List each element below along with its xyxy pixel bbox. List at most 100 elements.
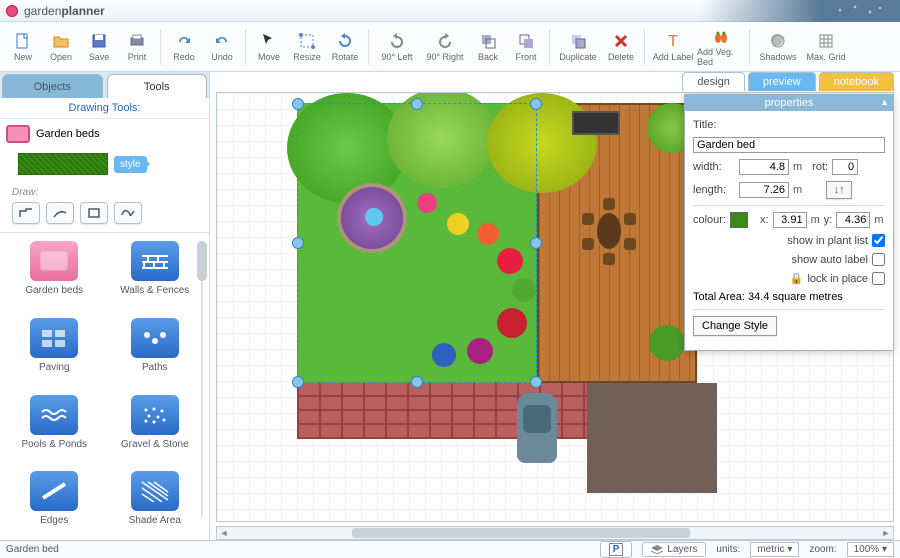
scroll-left-icon[interactable]: ◄	[217, 527, 231, 539]
view-tab-preview[interactable]: preview	[748, 72, 816, 91]
current-category[interactable]: Garden beds	[0, 119, 209, 149]
layers-icon	[651, 545, 663, 555]
lock-icon: 🔒	[790, 272, 804, 285]
app-title: gardenplanner	[24, 4, 105, 18]
shade-icon	[131, 471, 179, 511]
tool-edges[interactable]: Edges	[8, 471, 101, 532]
draw-rect-path-button[interactable]	[12, 202, 40, 224]
resize-handle[interactable]	[411, 98, 423, 110]
new-button[interactable]: New	[4, 24, 42, 70]
draw-freehand-button[interactable]	[114, 202, 142, 224]
view-tab-notebook[interactable]: notebook	[819, 72, 894, 91]
title-input[interactable]	[693, 137, 885, 153]
plan-car[interactable]	[517, 393, 557, 463]
properties-header[interactable]: properties▲	[685, 95, 893, 111]
plan-roof[interactable]	[587, 383, 717, 493]
units-select[interactable]: metric ▾	[750, 542, 799, 557]
redo-button[interactable]: Redo	[165, 24, 203, 70]
x-label: x:	[760, 214, 769, 226]
delete-icon	[612, 32, 630, 50]
lock-checkbox[interactable]	[872, 272, 885, 285]
tool-gravel-stone[interactable]: Gravel & Stone	[109, 395, 202, 456]
shadows-button[interactable]: Shadows	[754, 24, 802, 70]
draw-curve-button[interactable]	[46, 202, 74, 224]
rotate-button[interactable]: Rotate	[326, 24, 364, 70]
titlebar: gardenplanner	[0, 0, 900, 22]
tool-paving[interactable]: Paving	[8, 318, 101, 379]
add-veg-bed-button[interactable]: Add Veg. Bed	[697, 24, 745, 70]
add-label-button[interactable]: TAdd Label	[649, 24, 697, 70]
tool-pools-ponds[interactable]: Pools & Ponds	[8, 395, 101, 456]
resize-handle[interactable]	[292, 98, 304, 110]
resize-handle[interactable]	[530, 237, 542, 249]
draw-rect-button[interactable]	[80, 202, 108, 224]
plan-chair[interactable]	[624, 213, 636, 225]
print-button[interactable]: Print	[118, 24, 156, 70]
total-area-text: Total Area: 34.4 square metres	[693, 291, 843, 303]
send-back-icon	[479, 32, 497, 50]
view-tab-design[interactable]: design	[682, 72, 744, 91]
collapse-icon[interactable]: ▲	[880, 97, 889, 107]
style-button[interactable]: style	[114, 156, 147, 173]
resize-handle[interactable]	[292, 376, 304, 388]
rot-input[interactable]	[832, 159, 858, 175]
swap-dims-button[interactable]: ↓↑	[826, 181, 852, 199]
open-button[interactable]: Open	[42, 24, 80, 70]
x-input[interactable]	[773, 212, 807, 228]
undo-button[interactable]: Undo	[203, 24, 241, 70]
zoom-label: zoom:	[809, 544, 836, 555]
tab-objects[interactable]: Objects	[2, 74, 103, 98]
move-button[interactable]: Move	[250, 24, 288, 70]
length-input[interactable]	[739, 182, 789, 198]
show-plant-label: show in plant list	[787, 235, 868, 247]
selection-outline	[297, 103, 537, 383]
tab-tools[interactable]: Tools	[107, 74, 208, 98]
plan-chair[interactable]	[582, 213, 594, 225]
resize-handle[interactable]	[530, 98, 542, 110]
scroll-right-icon[interactable]: ►	[879, 527, 893, 539]
canvas-h-scrollbar[interactable]: ◄ ►	[216, 526, 894, 540]
show-plant-checkbox[interactable]	[872, 234, 885, 247]
plan-shrub[interactable]	[649, 325, 685, 361]
plan-chair[interactable]	[603, 198, 615, 210]
layers-button[interactable]: Layers	[642, 542, 706, 557]
tool-shade-area[interactable]: Shade Area	[109, 471, 202, 532]
resize-handle[interactable]	[292, 237, 304, 249]
resize-handle[interactable]	[530, 376, 542, 388]
colour-swatch[interactable]	[730, 212, 748, 228]
max-grid-button[interactable]: Max. Grid	[802, 24, 850, 70]
rotate-icon	[336, 32, 354, 50]
resize-handle[interactable]	[411, 376, 423, 388]
zoom-select[interactable]: 100% ▾	[847, 542, 894, 557]
bring-front-button[interactable]: Front	[507, 24, 545, 70]
duplicate-button[interactable]: Duplicate	[554, 24, 602, 70]
plan-chair[interactable]	[603, 253, 615, 265]
resize-button[interactable]: Resize	[288, 24, 326, 70]
show-auto-checkbox[interactable]	[872, 253, 885, 266]
width-input[interactable]	[739, 159, 789, 175]
plan-chair[interactable]	[624, 238, 636, 250]
plan-bbq[interactable]	[572, 111, 620, 135]
tool-paths[interactable]: Paths	[109, 318, 202, 379]
delete-button[interactable]: Delete	[602, 24, 640, 70]
colour-label: colour:	[693, 214, 726, 226]
move-cursor-icon	[260, 32, 278, 50]
sidebar-scrollbar[interactable]	[197, 241, 207, 517]
plan-table[interactable]	[597, 213, 621, 249]
status-selection: Garden bed	[6, 544, 59, 555]
rotate-right-button[interactable]: 90° Right	[421, 24, 469, 70]
tool-garden-beds[interactable]: Garden beds	[8, 241, 101, 302]
rotate-left-button[interactable]: 90° Left	[373, 24, 421, 70]
scrollbar-thumb[interactable]	[352, 528, 690, 538]
plan-chair[interactable]	[582, 238, 594, 250]
garden-beds-icon	[30, 241, 78, 281]
texture-sample[interactable]	[18, 153, 108, 175]
change-style-button[interactable]: Change Style	[693, 316, 777, 336]
resize-icon	[298, 32, 316, 50]
send-back-button[interactable]: Back	[469, 24, 507, 70]
y-input[interactable]	[836, 212, 870, 228]
tool-walls-fences[interactable]: Walls & Fences	[109, 241, 202, 302]
properties-panel: properties▲ Title: width: m rot: length:…	[684, 94, 894, 351]
save-button[interactable]: Save	[80, 24, 118, 70]
page-indicator-button[interactable]: P	[600, 541, 633, 558]
